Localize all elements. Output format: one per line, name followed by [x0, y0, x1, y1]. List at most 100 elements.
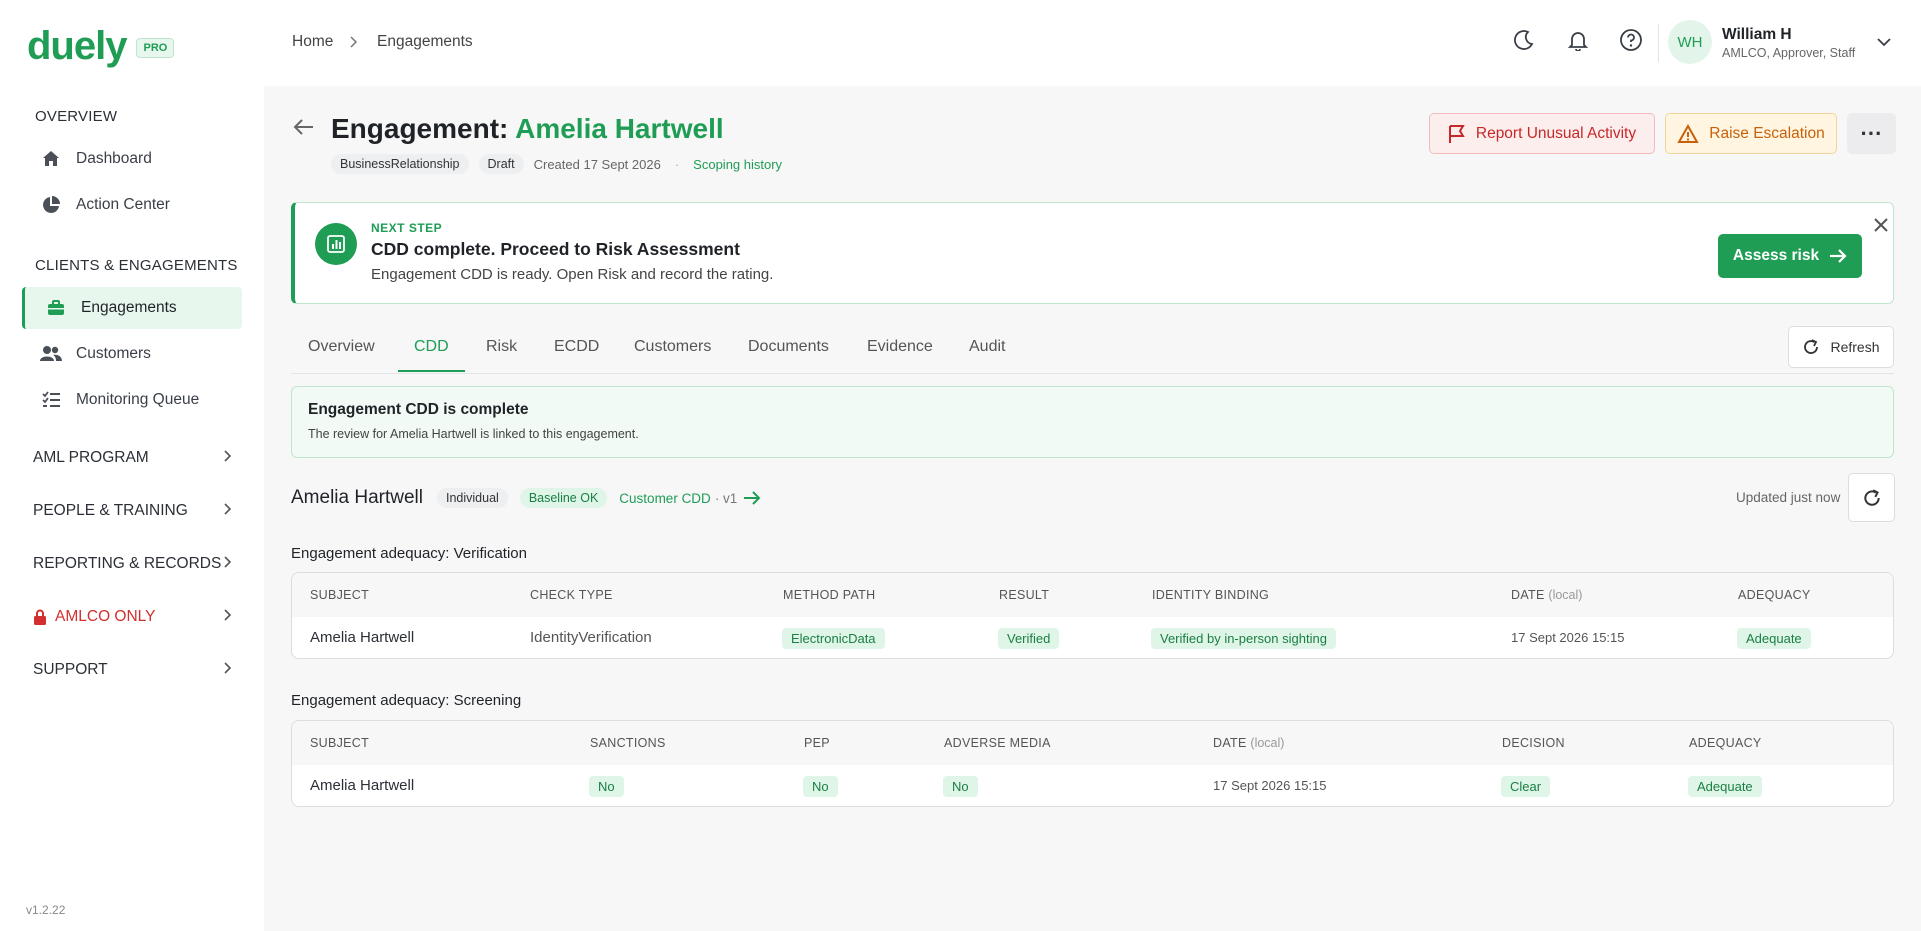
cdd-version: · v1: [714, 490, 738, 506]
sidebar-item-monitoring-queue[interactable]: Monitoring Queue: [22, 379, 242, 421]
adequacy-tag: Adequate: [1737, 628, 1811, 649]
group-label: AMLCO ONLY: [55, 608, 156, 625]
column-header: METHOD PATH: [783, 588, 876, 602]
adequacy-tag: Adequate: [1688, 776, 1762, 797]
subject-type-badge: Individual: [436, 488, 508, 508]
tab-ecdd[interactable]: ECDD: [554, 338, 599, 370]
bell-icon: [1567, 29, 1589, 51]
next-step-description: Engagement CDD is ready. Open Risk and r…: [371, 266, 774, 283]
tab-evidence[interactable]: Evidence: [867, 338, 933, 370]
cell-date: 17 Sept 2026 15:15: [1511, 630, 1625, 645]
pep-tag: No: [803, 776, 838, 797]
breadcrumb-home[interactable]: Home: [292, 33, 333, 51]
refresh-icon: [1862, 488, 1882, 508]
adverse-media-tag: No: [943, 776, 978, 797]
next-step-title: CDD complete. Proceed to Risk Assessment: [371, 239, 740, 259]
tab-customers[interactable]: Customers: [634, 338, 711, 370]
button-label: Refresh: [1830, 339, 1880, 355]
moon-icon: [1513, 29, 1535, 51]
created-date: Created 17 Sept 2026: [533, 156, 661, 172]
sidebar-group-aml-program[interactable]: AML PROGRAM: [33, 449, 233, 467]
avatar[interactable]: WH: [1668, 20, 1712, 64]
section-clients-engagements: CLIENTS & ENGAGEMENTS: [35, 257, 238, 274]
sidebar-item-label: Engagements: [81, 299, 177, 316]
sidebar: duely PRO OVERVIEW Dashboard Action Cent…: [0, 0, 264, 931]
sidebar-item-label: Action Center: [76, 196, 170, 213]
home-icon: [40, 148, 62, 170]
banner-title: Engagement CDD is complete: [308, 401, 529, 418]
chevron-right-icon: [223, 555, 233, 573]
sidebar-group-amlco-only[interactable]: AMLCO ONLY: [33, 608, 233, 626]
column-header-date: DATE (local): [1511, 588, 1583, 602]
column-header: SUBJECT: [310, 736, 370, 750]
tab-overview[interactable]: Overview: [308, 338, 375, 370]
button-label: Report Unusual Activity: [1475, 124, 1637, 142]
button-label: Assess risk: [1732, 247, 1820, 264]
screening-table: SUBJECT SANCTIONS PEP ADVERSE MEDIA DATE…: [291, 720, 1894, 807]
sidebar-item-customers[interactable]: Customers: [22, 333, 242, 375]
user-role: AMLCO, Approver, Staff: [1722, 46, 1856, 60]
raise-escalation-button[interactable]: Raise Escalation: [1665, 113, 1837, 154]
tab-audit[interactable]: Audit: [969, 338, 1005, 370]
reload-subject-button[interactable]: [1848, 473, 1895, 522]
notifications-button[interactable]: [1564, 26, 1592, 54]
close-icon[interactable]: [1873, 217, 1889, 238]
link-label: Customer CDD: [619, 490, 711, 506]
chevron-right-icon: [223, 449, 233, 467]
top-bar: Home Engagements WH William H AMLCO, App…: [264, 0, 1921, 86]
more-icon: ···: [1860, 120, 1883, 146]
sidebar-item-label: Monitoring Queue: [76, 391, 200, 408]
assess-risk-button[interactable]: Assess risk: [1718, 234, 1862, 278]
table-header: SUBJECT SANCTIONS PEP ADVERSE MEDIA DATE…: [292, 721, 1893, 765]
flag-icon: [1448, 124, 1466, 144]
group-label: REPORTING & RECORDS: [33, 555, 222, 572]
sidebar-group-support[interactable]: SUPPORT: [33, 661, 233, 679]
pro-badge: PRO: [136, 38, 175, 58]
scoping-history-link[interactable]: Scoping history: [693, 157, 782, 172]
cell-subject: Amelia Hartwell: [310, 629, 415, 646]
sanctions-tag: No: [589, 776, 624, 797]
column-header: ADEQUACY: [1738, 588, 1811, 602]
button-label: Raise Escalation: [1709, 124, 1825, 142]
group-label: SUPPORT: [33, 661, 108, 678]
column-header: SANCTIONS: [590, 736, 666, 750]
column-header: IDENTITY BINDING: [1152, 588, 1270, 602]
refresh-button[interactable]: Refresh: [1788, 326, 1894, 368]
title-name: Amelia Hartwell: [515, 113, 724, 144]
sidebar-item-action-center[interactable]: Action Center: [22, 184, 242, 226]
column-header-date: DATE (local): [1213, 736, 1285, 750]
chevron-down-icon[interactable]: [1877, 34, 1891, 52]
sidebar-item-engagements[interactable]: Engagements: [22, 287, 242, 329]
more-options-button[interactable]: ···: [1847, 113, 1896, 154]
sidebar-group-people-training[interactable]: PEOPLE & TRAINING: [33, 502, 233, 520]
report-unusual-activity-button[interactable]: Report Unusual Activity: [1429, 113, 1655, 154]
section-overview: OVERVIEW: [35, 108, 118, 125]
sidebar-item-dashboard[interactable]: Dashboard: [22, 138, 242, 180]
logo[interactable]: duely PRO: [27, 24, 175, 68]
sidebar-group-reporting-records[interactable]: REPORTING & RECORDS: [33, 555, 233, 573]
cell-check-type: IdentityVerification: [530, 629, 652, 646]
breadcrumb-separator-icon: [350, 35, 358, 53]
next-step-card: NEXT STEP CDD complete. Proceed to Risk …: [291, 202, 1894, 304]
chevron-right-icon: [223, 661, 233, 679]
help-icon: [1619, 28, 1643, 52]
column-header: ADVERSE MEDIA: [944, 736, 1051, 750]
column-header: PEP: [804, 736, 830, 750]
tab-risk[interactable]: Risk: [486, 338, 517, 370]
screening-heading: Engagement adequacy: Screening: [291, 692, 522, 709]
app-version: v1.2.22: [26, 903, 66, 917]
tab-documents[interactable]: Documents: [748, 338, 829, 370]
customer-cdd-link[interactable]: Customer CDD · v1: [619, 490, 761, 506]
next-step-kicker: NEXT STEP: [371, 221, 443, 235]
method-path-tag: ElectronicData: [782, 628, 885, 649]
help-button[interactable]: [1617, 26, 1645, 54]
warning-icon: [1677, 123, 1699, 144]
column-header: DECISION: [1502, 736, 1565, 750]
sidebar-item-label: Customers: [76, 345, 151, 362]
dark-mode-toggle[interactable]: [1510, 26, 1538, 54]
tab-cdd[interactable]: CDD: [398, 338, 465, 372]
column-header: CHECK TYPE: [530, 588, 613, 602]
back-button[interactable]: [293, 118, 315, 136]
chart-icon: [315, 223, 357, 265]
arrow-right-icon: [743, 490, 761, 506]
